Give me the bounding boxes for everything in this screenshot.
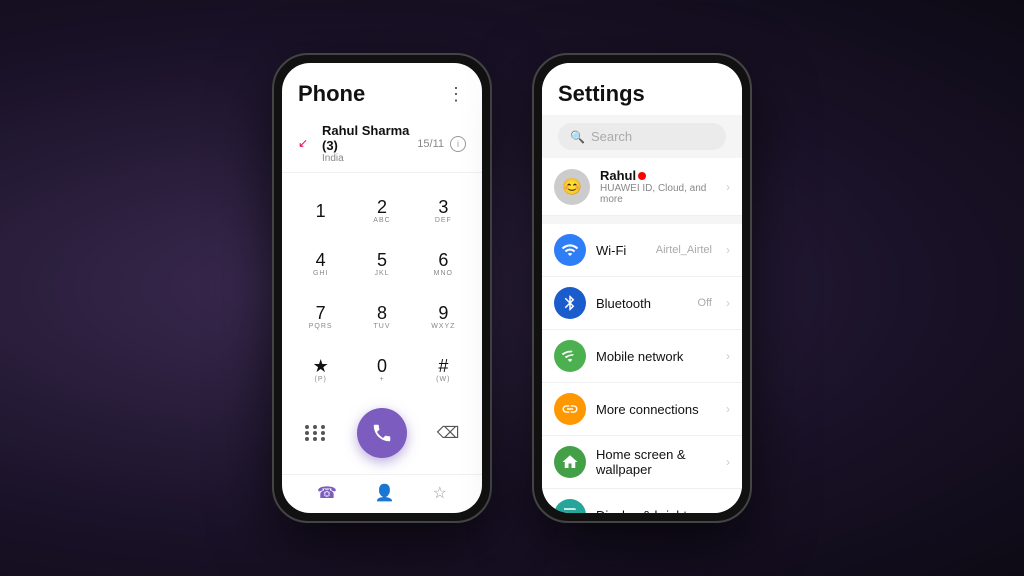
phone-app-title: Phone <box>298 81 365 107</box>
display-symbol <box>561 506 579 513</box>
grid-dots-icon <box>305 425 327 441</box>
display-text: Display & brightness <box>596 508 716 514</box>
settings-wifi-item[interactable]: Wi-Fi Airtel_Airtel › <box>542 224 742 277</box>
settings-device: Settings 🔍 Search 😊 Rahul HUAWEI ID, Clo… <box>532 53 752 523</box>
homescreen-text: Home screen & wallpaper <box>596 447 716 477</box>
chevron-icon: › <box>726 180 730 194</box>
phone-header: Phone ⋮ <box>282 63 482 115</box>
bluetooth-icon <box>554 287 586 319</box>
caller-country: India <box>322 153 417 164</box>
more-connections-icon <box>554 393 586 425</box>
settings-profile-item[interactable]: 😊 Rahul HUAWEI ID, Cloud, and more › <box>542 158 742 216</box>
dial-key-hash[interactable]: # (W) <box>413 343 474 396</box>
phone-device: Phone ⋮ ↙ Rahul Sharma (3) India 15/11 i… <box>272 53 492 523</box>
more-connections-symbol <box>561 400 579 418</box>
settings-more-connections-item[interactable]: More connections › <box>542 383 742 436</box>
homescreen-icon <box>554 446 586 478</box>
dial-key-3[interactable]: 3 DEF <box>413 185 474 238</box>
homescreen-label: Home screen & wallpaper <box>596 447 716 477</box>
mobile-network-label: Mobile network <box>596 349 716 364</box>
dial-key-2[interactable]: 2 ABC <box>351 185 412 238</box>
phones-container: Phone ⋮ ↙ Rahul Sharma (3) India 15/11 i… <box>272 53 752 523</box>
recents-nav-icon[interactable]: ☎ <box>317 483 337 503</box>
settings-bluetooth-item[interactable]: Bluetooth Off › <box>542 277 742 330</box>
more-connections-text: More connections <box>596 402 716 417</box>
dial-key-9[interactable]: 9 WXYZ <box>413 291 474 344</box>
dial-key-5[interactable]: 5 JKL <box>351 238 412 291</box>
dial-key-7[interactable]: 7 PQRS <box>290 291 351 344</box>
call-info-button[interactable]: i <box>450 136 466 152</box>
more-connections-chevron-icon: › <box>726 402 730 416</box>
bluetooth-label: Bluetooth <box>596 296 688 311</box>
call-info: Rahul Sharma (3) India <box>322 123 417 164</box>
display-icon <box>554 499 586 513</box>
settings-homescreen-item[interactable]: Home screen & wallpaper › <box>542 436 742 489</box>
more-connections-label: More connections <box>596 402 716 417</box>
profile-subtitle: HUAWEI ID, Cloud, and more <box>600 183 716 205</box>
dial-key-4[interactable]: 4 GHI <box>290 238 351 291</box>
profile-name: Rahul <box>600 168 716 183</box>
contacts-nav-icon[interactable]: 👤 <box>375 483 395 503</box>
phone-bottom-bar: ⌫ <box>282 400 482 474</box>
settings-search-bar[interactable]: 🔍 Search <box>558 123 726 150</box>
call-button[interactable] <box>357 408 407 458</box>
homescreen-chevron-icon: › <box>726 455 730 469</box>
settings-header: Settings <box>542 63 742 115</box>
phone-navigation: ☎ 👤 ☆ <box>282 474 482 513</box>
recent-call-item[interactable]: ↙ Rahul Sharma (3) India 15/11 i <box>282 115 482 173</box>
settings-mobile-network-item[interactable]: Mobile network › <box>542 330 742 383</box>
dial-key-star[interactable]: ★ (P) <box>290 343 351 396</box>
dial-key-1[interactable]: 1 <box>290 185 351 238</box>
bluetooth-chevron-icon: › <box>726 296 730 310</box>
caller-name: Rahul Sharma (3) <box>322 123 417 153</box>
bluetooth-value: Off <box>698 297 712 309</box>
missed-call-icon: ↙ <box>298 136 314 152</box>
wifi-text: Wi-Fi <box>596 243 646 258</box>
wifi-icon <box>554 234 586 266</box>
display-label: Display & brightness <box>596 508 716 514</box>
phone-menu-icon[interactable]: ⋮ <box>447 84 466 105</box>
mobile-network-symbol <box>561 347 579 365</box>
mobile-network-chevron-icon: › <box>726 349 730 363</box>
mobile-network-text: Mobile network <box>596 349 716 364</box>
dial-key-6[interactable]: 6 MNO <box>413 238 474 291</box>
display-chevron-icon: › <box>726 508 730 513</box>
profile-avatar: 😊 <box>554 169 590 205</box>
mobile-network-icon <box>554 340 586 372</box>
settings-list: 😊 Rahul HUAWEI ID, Cloud, and more › <box>542 158 742 513</box>
dial-key-8[interactable]: 8 TUV <box>351 291 412 344</box>
dialpad: 1 2 ABC 3 DEF 4 GHI 5 JKL <box>282 173 482 400</box>
call-count: 15/11 <box>417 138 444 150</box>
phone-icon <box>371 422 393 444</box>
grid-button[interactable] <box>302 419 330 447</box>
homescreen-symbol <box>561 453 579 471</box>
settings-app-title: Settings <box>558 81 645 106</box>
settings-screen: Settings 🔍 Search 😊 Rahul HUAWEI ID, Clo… <box>542 63 742 513</box>
bluetooth-text: Bluetooth <box>596 296 688 311</box>
delete-button[interactable]: ⌫ <box>434 419 462 447</box>
favorites-nav-icon[interactable]: ☆ <box>433 483 447 503</box>
notification-dot <box>638 172 646 180</box>
wifi-chevron-icon: › <box>726 243 730 257</box>
settings-display-item[interactable]: Display & brightness › <box>542 489 742 513</box>
wifi-label: Wi-Fi <box>596 243 646 258</box>
search-icon: 🔍 <box>570 130 585 144</box>
dial-key-0[interactable]: 0 + <box>351 343 412 396</box>
wifi-value: Airtel_Airtel <box>656 244 712 256</box>
bluetooth-symbol <box>561 294 579 312</box>
wifi-symbol <box>561 241 579 259</box>
search-placeholder-text: Search <box>591 129 632 144</box>
phone-screen: Phone ⋮ ↙ Rahul Sharma (3) India 15/11 i… <box>282 63 482 513</box>
profile-text: Rahul HUAWEI ID, Cloud, and more <box>600 168 716 205</box>
